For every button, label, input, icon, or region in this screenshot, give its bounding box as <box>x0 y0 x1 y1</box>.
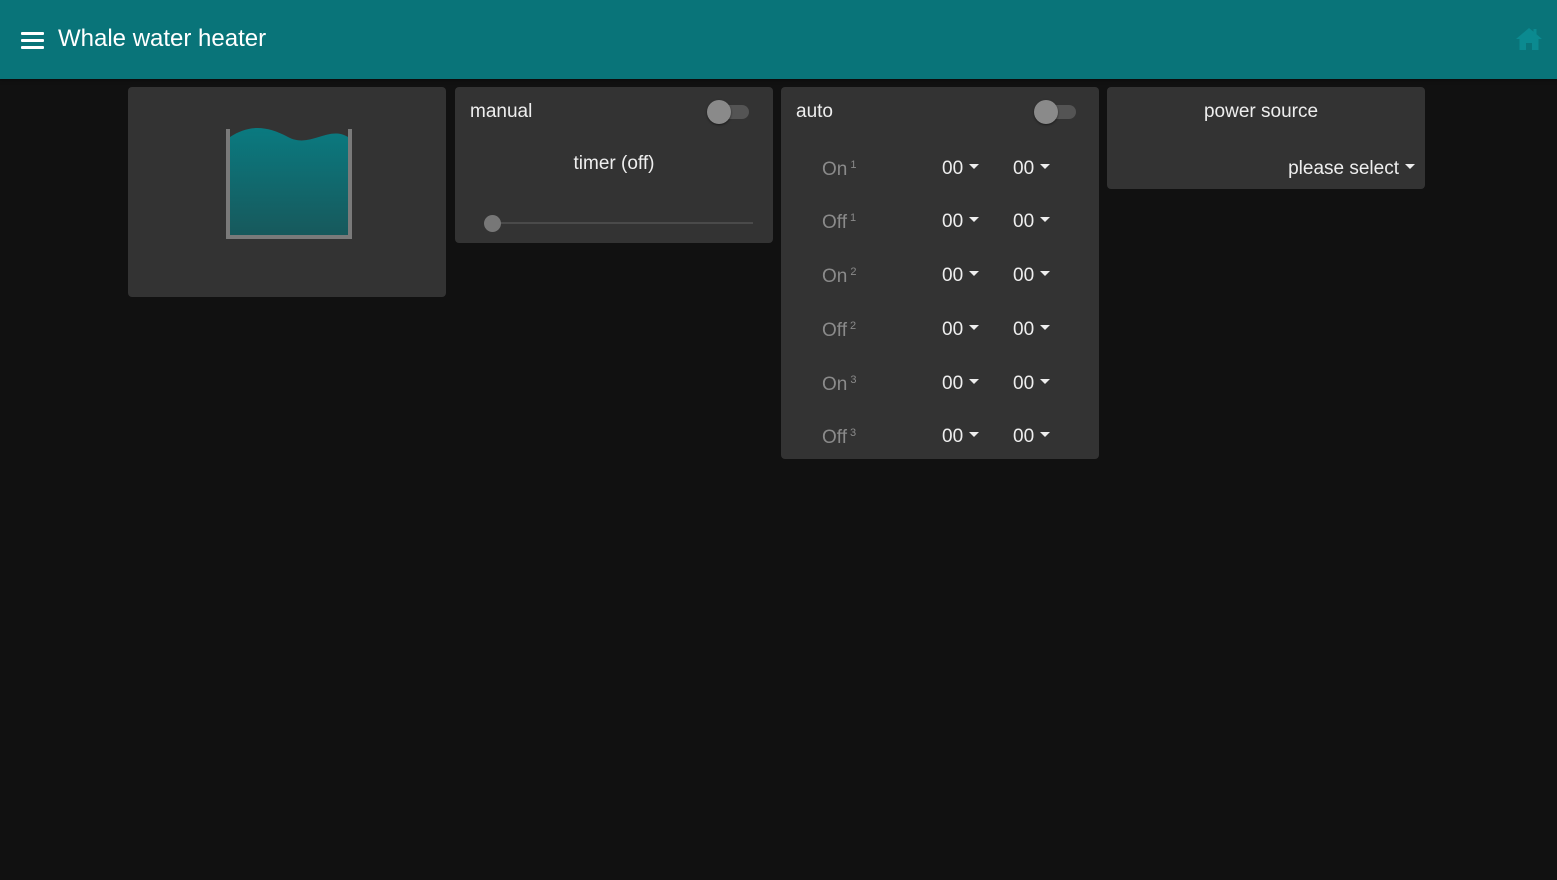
auto-label: auto <box>796 101 833 122</box>
water-tank-icon <box>226 128 352 239</box>
schedule-label: Off 2 <box>822 320 857 341</box>
schedule-label: On 3 <box>822 374 857 395</box>
home-icon[interactable] <box>1515 26 1543 52</box>
schedule-label: On 1 <box>822 159 857 180</box>
schedule-row: On 2 00 00 <box>781 257 1099 297</box>
caret-down-icon <box>1405 164 1415 170</box>
top-bar: Whale water heater <box>0 0 1557 79</box>
schedule-label: Off 3 <box>822 427 857 448</box>
hour-select[interactable]: 00 <box>942 158 980 180</box>
minute-select[interactable]: 00 <box>1013 426 1051 448</box>
app-title: Whale water heater <box>58 25 267 52</box>
minute-select[interactable]: 00 <box>1013 373 1051 395</box>
timer-label: timer (off) <box>573 153 655 174</box>
caret-down-icon <box>969 271 980 277</box>
schedule-row: Off 2 00 00 <box>781 311 1099 351</box>
caret-down-icon <box>969 217 980 223</box>
minute-select[interactable]: 00 <box>1013 158 1051 180</box>
caret-down-icon <box>1040 271 1051 277</box>
caret-down-icon <box>969 432 980 438</box>
schedule-label: On 2 <box>822 266 857 287</box>
minute-select[interactable]: 00 <box>1013 211 1051 233</box>
caret-down-icon <box>1040 379 1051 385</box>
caret-down-icon <box>969 325 980 331</box>
hamburger-menu-icon[interactable] <box>21 31 44 49</box>
timer-slider-thumb[interactable] <box>484 215 501 232</box>
schedule-row: Off 1 00 00 <box>781 203 1099 243</box>
minute-select[interactable]: 00 <box>1013 265 1051 287</box>
hour-select[interactable]: 00 <box>942 265 980 287</box>
tank-card <box>128 87 446 297</box>
power-source-label: power source <box>1203 101 1319 122</box>
caret-down-icon <box>969 164 980 170</box>
schedule-label: Off 1 <box>822 212 857 233</box>
hour-select[interactable]: 00 <box>942 211 980 233</box>
power-source-card: power source please select <box>1107 87 1425 189</box>
caret-down-icon <box>1040 164 1051 170</box>
manual-toggle[interactable] <box>705 97 751 124</box>
schedule-row: On 3 00 00 <box>781 365 1099 405</box>
caret-down-icon <box>969 379 980 385</box>
caret-down-icon <box>1040 432 1051 438</box>
hour-select[interactable]: 00 <box>942 426 980 448</box>
schedule-row: On 1 00 00 <box>781 150 1099 190</box>
manual-label: manual <box>470 101 533 122</box>
hour-select[interactable]: 00 <box>942 319 980 341</box>
manual-card: manual timer (off) <box>455 87 773 243</box>
power-source-select[interactable]: please select <box>1288 158 1415 180</box>
auto-card: auto On 1 00 00 Off 1 00 00 On 2 00 00 Off 2… <box>781 87 1099 459</box>
schedule-row: Off 3 00 00 <box>781 418 1099 458</box>
hour-select[interactable]: 00 <box>942 373 980 395</box>
timer-slider[interactable] <box>483 213 753 233</box>
auto-toggle[interactable] <box>1032 97 1078 124</box>
caret-down-icon <box>1040 217 1051 223</box>
minute-select[interactable]: 00 <box>1013 319 1051 341</box>
caret-down-icon <box>1040 325 1051 331</box>
